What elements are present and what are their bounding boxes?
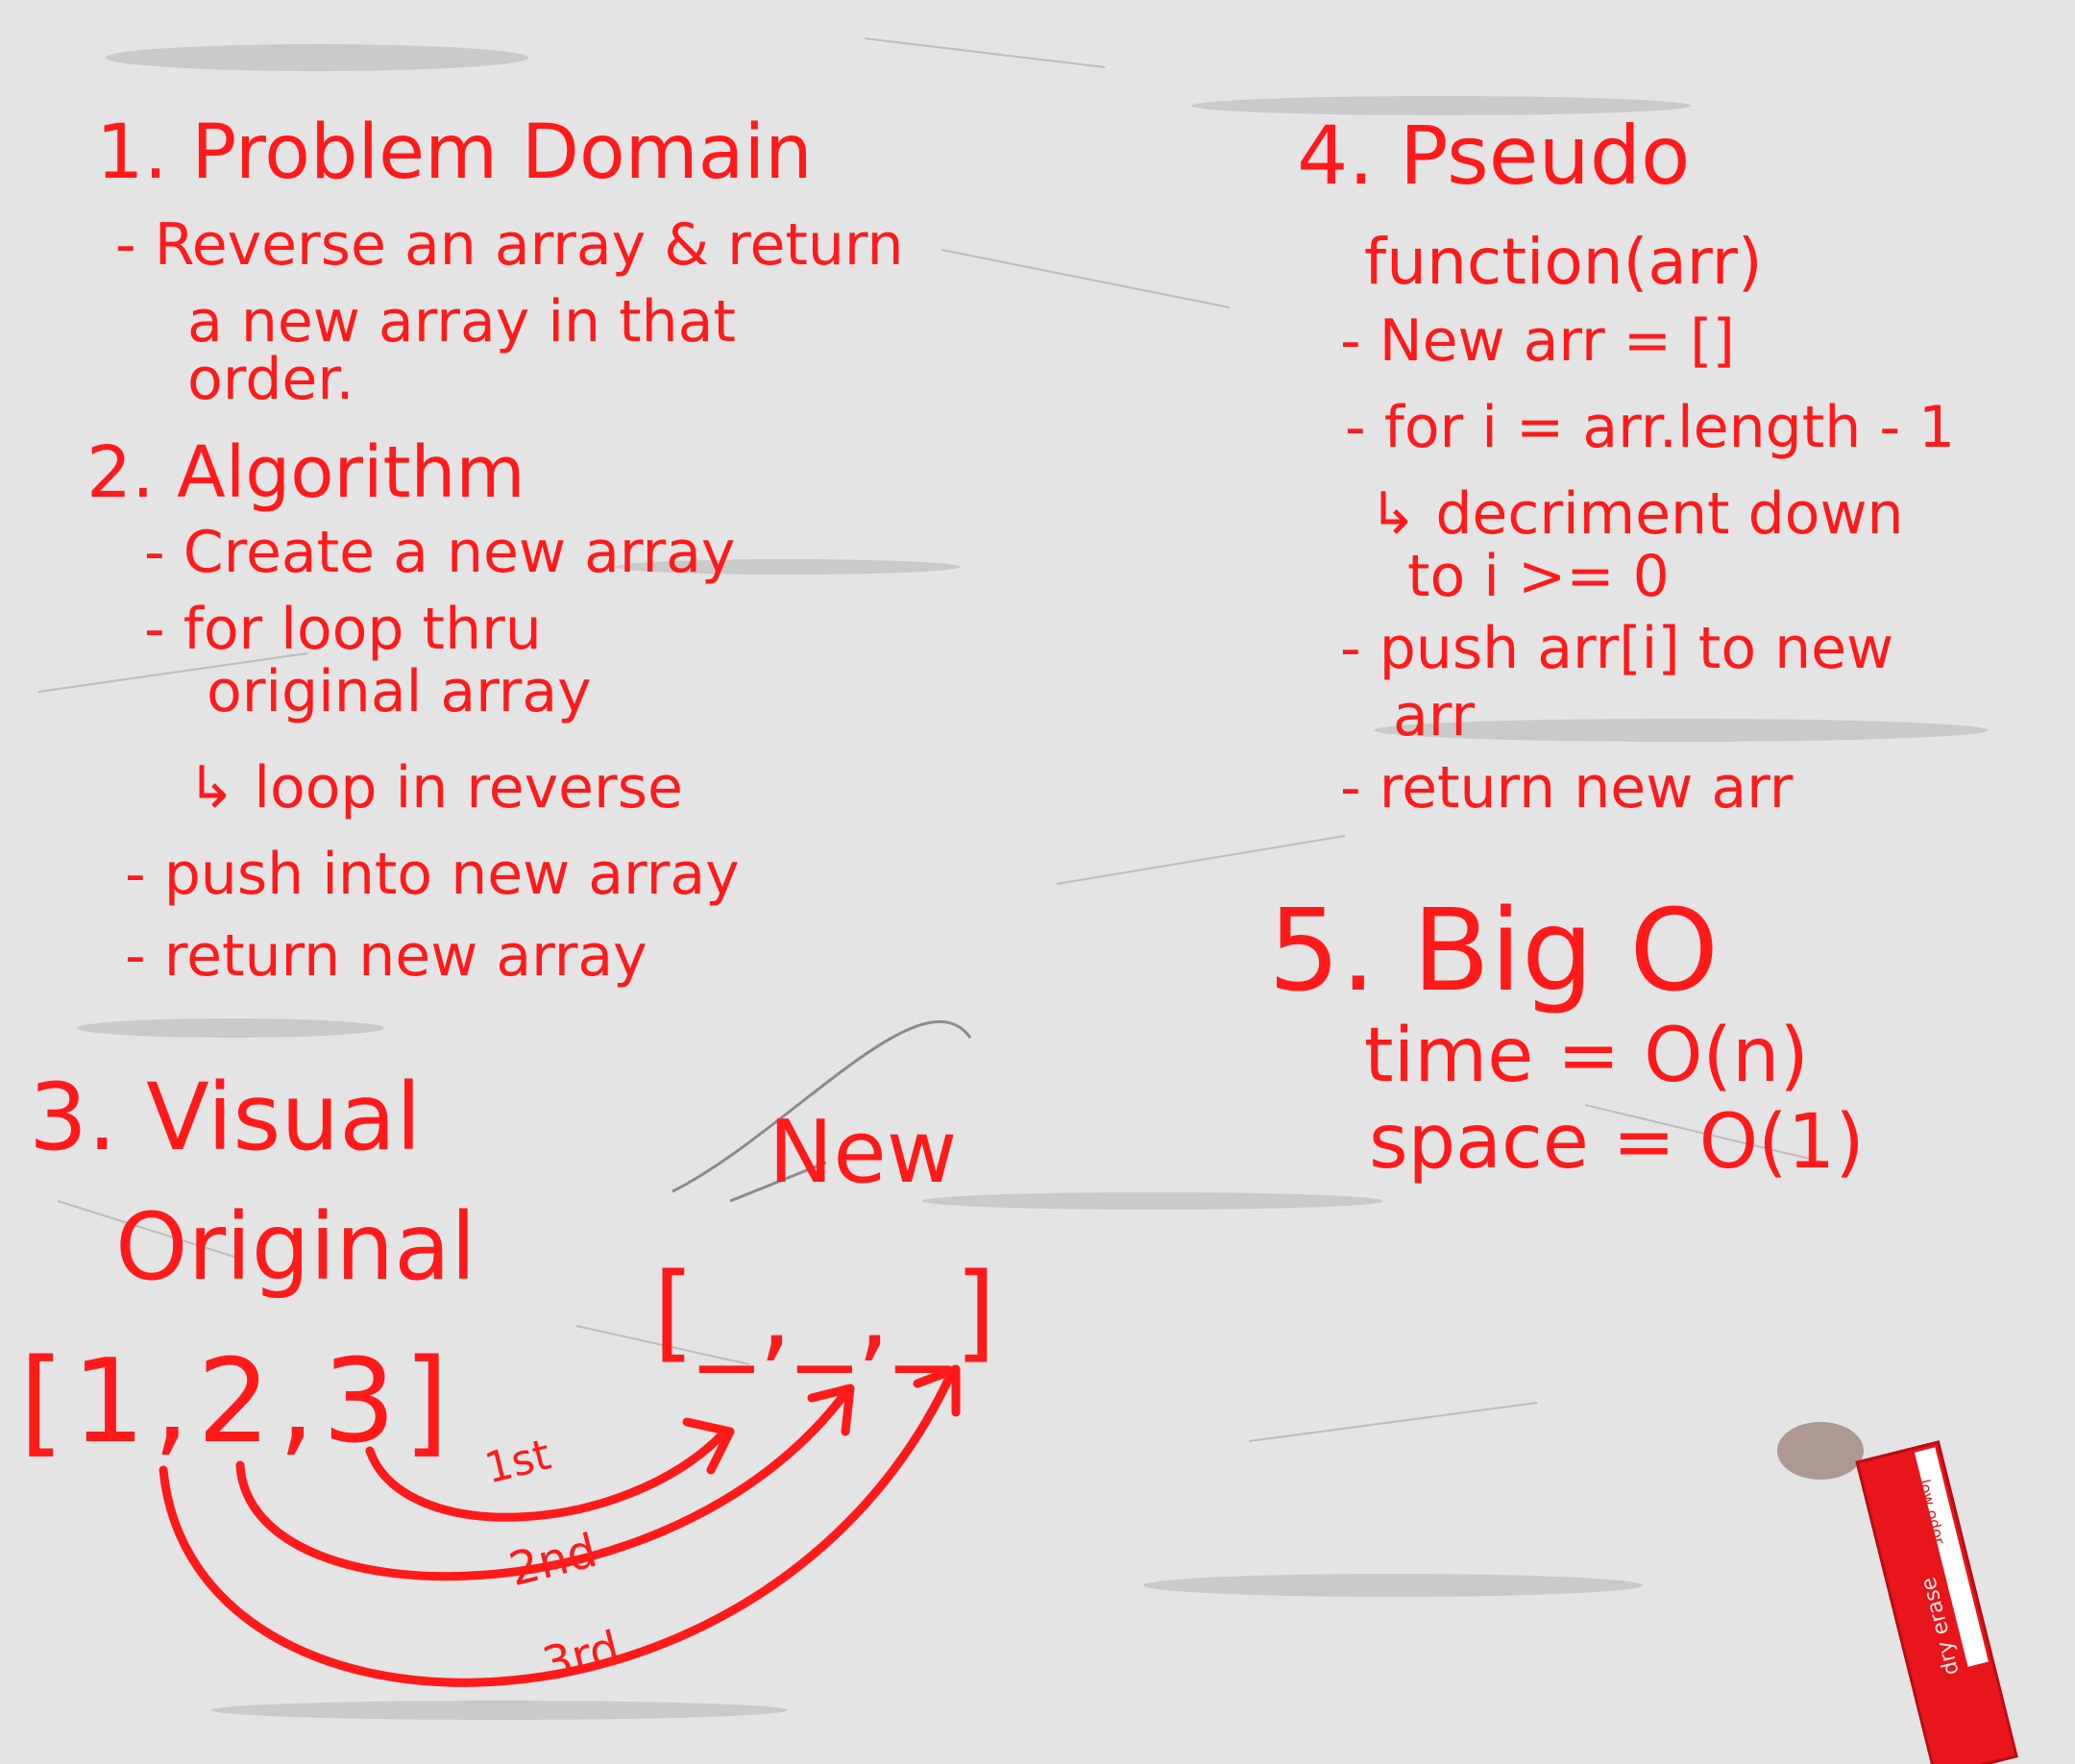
arrow-3rd (159, 1369, 956, 1687)
visual-arrows (159, 1364, 961, 1687)
section5-heading: 5. Big O (1268, 884, 1720, 1017)
section4-line: - New arr = [] (1340, 307, 1735, 375)
section4-line: ↳ decriment down (1369, 480, 1904, 548)
section4-heading: 4. Pseudo (1297, 109, 1691, 203)
arrow-1st (365, 1427, 730, 1522)
section4-line: - for i = arr.length - 1 (1345, 394, 1956, 461)
section4-line: - push arr[i] to new (1340, 615, 1894, 682)
section4-line: - return new arr (1340, 754, 1794, 821)
section4-line: function(arr) (1364, 225, 1763, 299)
arrow-2nd (235, 1388, 850, 1581)
whiteboard: 1. Problem Domain - Reverse an array & r… (0, 0, 2075, 1764)
section4-line: to i >= 0 (1407, 543, 1670, 610)
section4-line: arr (1393, 682, 1476, 749)
big-o-time: time = O(n) (1364, 1013, 1809, 1099)
marker-brand-text: low odor (1915, 1477, 1949, 1547)
big-o-space: space = O(1) (1369, 1099, 1865, 1186)
